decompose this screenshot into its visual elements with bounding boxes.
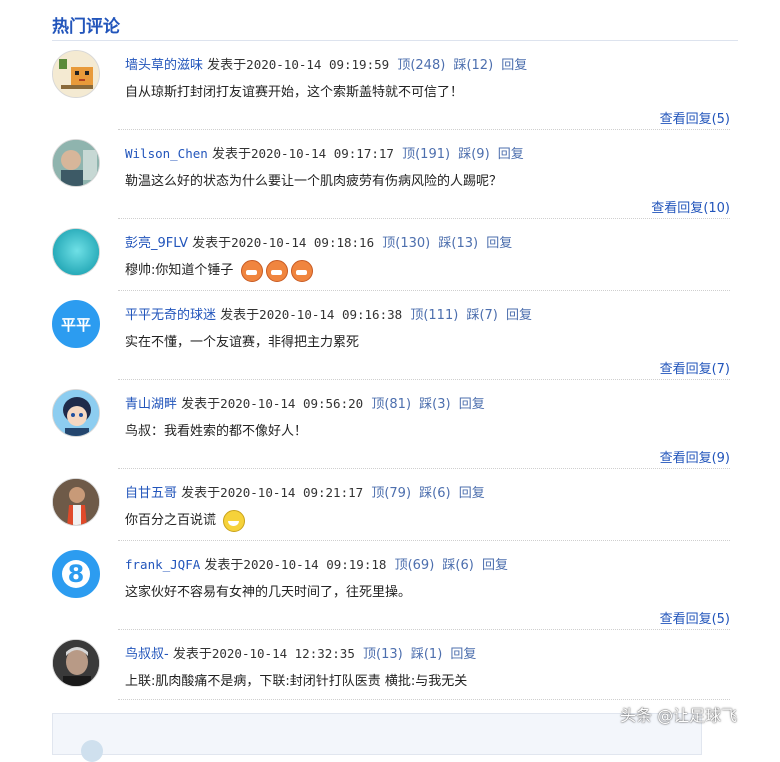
- comment-item: 平平 平平无奇的球迷 发表于2020-10-14 09:16:38 顶(111)…: [52, 298, 732, 378]
- avatar[interactable]: 平平: [52, 300, 100, 348]
- downvote-button[interactable]: 踩(1): [411, 647, 442, 662]
- comment-timestamp: 2020-10-14 09:16:38: [259, 307, 403, 322]
- avatar-initials: 平平: [60, 315, 91, 334]
- comment-item: 彭亮_9FLV 发表于2020-10-14 09:18:16 顶(130) 踩(…: [52, 226, 732, 288]
- reply-button[interactable]: 回复: [459, 397, 485, 412]
- view-replies-link[interactable]: 查看回复(7): [660, 358, 730, 377]
- comment-item: 自甘五哥 发表于2020-10-14 09:21:17 顶(79) 踩(6) 回…: [52, 476, 732, 538]
- comment-text: 上联:肌肉酸痛不是病，下联:封闭针打队医责 横批:与我无关: [125, 674, 468, 689]
- comment-username[interactable]: 青山湖畔: [125, 397, 177, 412]
- view-replies-link[interactable]: 查看回复(5): [660, 608, 730, 627]
- comment-input-box[interactable]: [52, 713, 702, 762]
- reply-button[interactable]: 回复: [498, 147, 524, 162]
- upvote-button[interactable]: 顶(81): [371, 397, 411, 412]
- reply-button[interactable]: 回复: [486, 236, 512, 251]
- comment-item: 墙头草的滋味 发表于2020-10-14 09:19:59 顶(248) 踩(1…: [52, 48, 732, 128]
- posted-label: 发表于: [181, 397, 221, 412]
- comment-username[interactable]: 平平无奇的球迷: [125, 308, 216, 323]
- comment-divider: [118, 629, 730, 630]
- comment-divider: [118, 218, 730, 219]
- comment-text-row: 你百分之百说谎: [125, 509, 246, 532]
- downvote-button[interactable]: 踩(6): [419, 486, 450, 501]
- avatar-initials: 8: [67, 560, 85, 588]
- comment-divider: [118, 290, 730, 291]
- comment-text-row: 穆帅:你知道个锤子: [125, 259, 313, 282]
- reply-button[interactable]: 回复: [506, 308, 532, 323]
- comment-timestamp: 2020-10-14 09:19:59: [246, 57, 390, 72]
- comment-username[interactable]: Wilson_Chen: [125, 146, 208, 161]
- comment-username[interactable]: 鸟叔叔-: [125, 647, 169, 662]
- downvote-button[interactable]: 踩(13): [438, 236, 478, 251]
- avatar[interactable]: 8 8: [52, 550, 100, 598]
- comment-divider: [118, 468, 730, 469]
- avatar[interactable]: [52, 639, 100, 687]
- avatar[interactable]: [52, 139, 100, 187]
- comment-timestamp: 2020-10-14 09:19:18: [243, 557, 387, 572]
- comment-username[interactable]: frank_JQFA: [125, 557, 200, 572]
- downvote-button[interactable]: 踩(9): [458, 147, 489, 162]
- avatar[interactable]: [52, 389, 100, 437]
- angry-face-icon: [290, 259, 313, 282]
- comment-item: 鸟叔叔- 发表于2020-10-14 12:32:35 顶(13) 踩(1) 回…: [52, 637, 732, 699]
- downvote-button[interactable]: 踩(12): [453, 58, 493, 73]
- upvote-button[interactable]: 顶(191): [402, 147, 450, 162]
- posted-label: 发表于: [207, 58, 247, 73]
- laughing-face-icon: [223, 509, 246, 532]
- avatar[interactable]: [52, 50, 100, 98]
- reply-button[interactable]: 回复: [450, 647, 476, 662]
- comment-text: 这家伙好不容易有女神的几天时间了，往死里操。: [125, 585, 412, 600]
- watermark: 头条 @让足球飞: [620, 706, 738, 725]
- comment-username[interactable]: 自甘五哥: [125, 486, 177, 501]
- comment-divider: [118, 699, 730, 700]
- reply-button[interactable]: 回复: [501, 58, 527, 73]
- posted-label: 发表于: [220, 308, 260, 323]
- comment-item: 8 8 frank_JQFA 发表于2020-10-14 09:19:18 顶(…: [52, 548, 732, 628]
- view-replies-link[interactable]: 查看回复(10): [651, 197, 730, 216]
- downvote-button[interactable]: 踩(6): [442, 558, 473, 573]
- posted-label: 发表于: [211, 147, 251, 162]
- comment-text: 实在不懂，一个友谊赛，非得把主力累死: [125, 335, 360, 350]
- user-avatar: [81, 740, 103, 762]
- upvote-button[interactable]: 顶(111): [410, 308, 458, 323]
- comment-username[interactable]: 彭亮_9FLV: [125, 236, 188, 251]
- angry-face-icon: [240, 259, 263, 282]
- reply-button[interactable]: 回复: [459, 486, 485, 501]
- downvote-button[interactable]: 踩(7): [466, 308, 497, 323]
- comment-timestamp: 2020-10-14 09:18:16: [231, 235, 375, 250]
- comment-divider: [118, 379, 730, 380]
- view-replies-link[interactable]: 查看回复(5): [660, 108, 730, 127]
- comment-username[interactable]: 墙头草的滋味: [125, 58, 203, 73]
- section-title: 热门评论: [52, 17, 120, 37]
- avatar[interactable]: [52, 478, 100, 526]
- upvote-button[interactable]: 顶(130): [382, 236, 430, 251]
- comment-text: 鸟叔：我看姓索的都不像好人！: [125, 424, 308, 439]
- posted-label: 发表于: [204, 558, 244, 573]
- posted-label: 发表于: [172, 647, 212, 662]
- comment-timestamp: 2020-10-14 09:56:20: [220, 396, 364, 411]
- comment-timestamp: 2020-10-14 09:17:17: [250, 146, 394, 161]
- comment-timestamp: 2020-10-14 09:21:17: [220, 485, 364, 500]
- comment-text: 你百分之百说谎: [125, 513, 217, 528]
- upvote-button[interactable]: 顶(79): [371, 486, 411, 501]
- comment-item: Wilson_Chen 发表于2020-10-14 09:17:17 顶(191…: [52, 137, 732, 217]
- upvote-button[interactable]: 顶(13): [363, 647, 403, 662]
- comment-divider: [118, 540, 730, 541]
- downvote-button[interactable]: 踩(3): [419, 397, 450, 412]
- posted-label: 发表于: [192, 236, 232, 251]
- upvote-button[interactable]: 顶(69): [395, 558, 435, 573]
- comment-divider: [118, 129, 730, 130]
- title-divider: [52, 40, 738, 41]
- comment-item: 青山湖畔 发表于2020-10-14 09:56:20 顶(81) 踩(3) 回…: [52, 387, 732, 467]
- comment-timestamp: 2020-10-14 12:32:35: [211, 646, 355, 661]
- posted-label: 发表于: [181, 486, 221, 501]
- avatar[interactable]: [52, 228, 100, 276]
- comment-text: 勒温这么好的状态为什么要让一个肌肉疲劳有伤病风险的人踢呢？: [125, 174, 503, 189]
- view-replies-link[interactable]: 查看回复(9): [660, 447, 730, 466]
- reply-button[interactable]: 回复: [482, 558, 508, 573]
- comment-text: 穆帅:你知道个锤子: [125, 263, 234, 278]
- comment-text: 自从琼斯打封闭打友谊赛开始，这个索斯盖特就不可信了！: [125, 85, 464, 100]
- upvote-button[interactable]: 顶(248): [397, 58, 445, 73]
- angry-face-icon: [265, 259, 288, 282]
